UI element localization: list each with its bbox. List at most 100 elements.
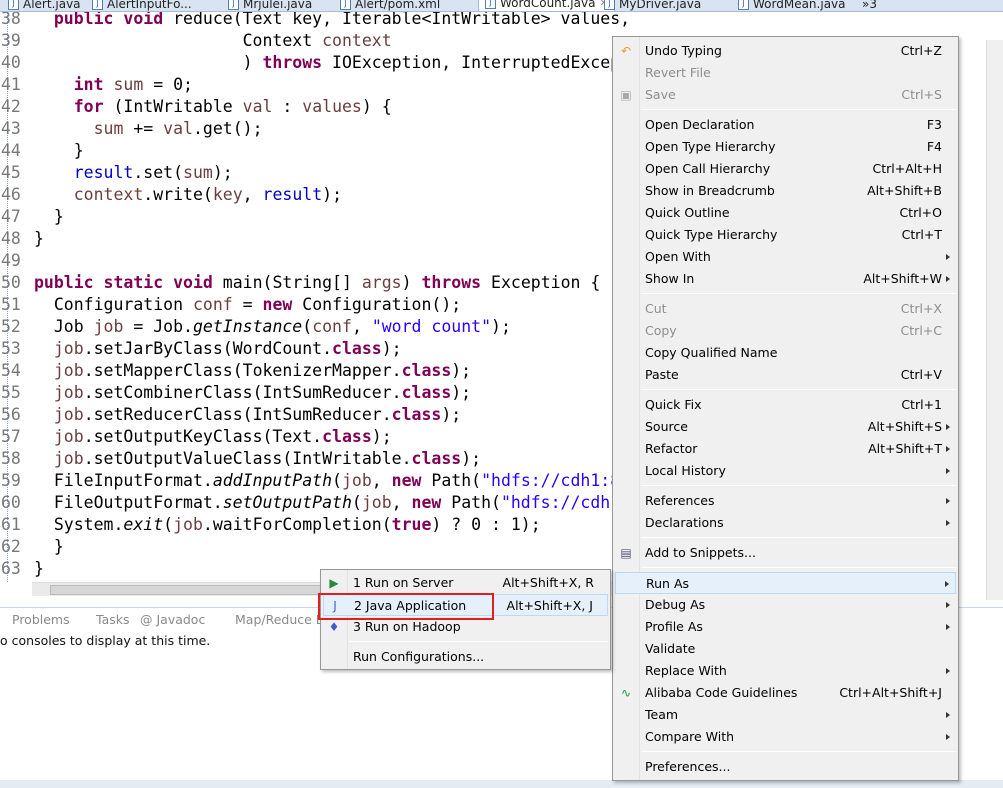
menu-item-shortcut: Ctrl+T <box>901 227 942 242</box>
menu-item-team[interactable]: Team <box>615 704 956 726</box>
menu-item-1-run-on-server[interactable]: ▶ 1 Run on Server Alt+Shift+X, R <box>323 572 608 594</box>
menu-item-refactor[interactable]: Refactor Alt+Shift+T <box>615 438 956 460</box>
code-text: job.setMapperClass(TokenizerMapper.class… <box>34 360 471 382</box>
code-token: .get(); <box>192 119 263 138</box>
menu-item-validate[interactable]: Validate <box>615 638 956 660</box>
code-text: context.write(key, result); <box>34 184 342 206</box>
menu-item-copy-qualified-name[interactable]: Copy Qualified Name <box>615 342 956 364</box>
line-number: 45 <box>1 163 21 182</box>
menu-item-label: Source <box>645 419 688 434</box>
code-token: val <box>163 119 193 138</box>
menu-item-preferences[interactable]: Preferences... <box>615 756 956 778</box>
code-token: class <box>401 383 452 402</box>
menu-separator <box>641 293 956 294</box>
menu-item-add-to-snippets[interactable]: ▤ Add to Snippets... <box>615 542 956 564</box>
menu-item-declarations[interactable]: Declarations <box>615 512 956 534</box>
menu-item-label: Copy <box>645 323 677 338</box>
code-token: ) ? 0 : 1); <box>431 515 541 534</box>
menu-item-open-declaration[interactable]: Open Declaration F3 <box>615 114 956 136</box>
menu-item-show-in-breadcrumb[interactable]: Show in Breadcrumb Alt+Shift+B <box>615 180 956 202</box>
menu-item-shortcut: F4 <box>926 139 942 154</box>
vertical-scrollbar[interactable] <box>986 40 1003 600</box>
view-tab-map-reduce-l[interactable]: Map/Reduce L <box>235 612 323 627</box>
view-tab-problems[interactable]: Problems <box>12 612 70 627</box>
code-token: ); <box>491 317 511 336</box>
code-text: } <box>34 140 84 162</box>
menu-item-alibaba-code-guidelines[interactable]: ∿ Alibaba Code Guidelines Ctrl+Alt+Shift+J <box>615 682 956 704</box>
menu-item-open-with[interactable]: Open With <box>615 246 956 268</box>
tab-alert-pom-xml[interactable]: J Alert/pom.xml <box>340 0 440 11</box>
code-token: job <box>341 471 372 490</box>
submenu-arrow-icon <box>946 276 950 282</box>
code-token: static <box>103 273 164 292</box>
tab-wordcount-java[interactable]: JWordCount.java✕ <box>478 0 615 11</box>
menu-item-shortcut: Ctrl+Z <box>900 43 942 58</box>
line-number: 58 <box>1 449 21 468</box>
code-token: Configuration(); <box>292 295 462 314</box>
code-token: = 0; <box>143 75 193 94</box>
code-token: job <box>53 383 84 402</box>
code-token: sum <box>113 75 144 94</box>
menu-separator <box>641 109 956 110</box>
tab-alert-java[interactable]: J Alert.java <box>8 0 81 11</box>
menu-item-compare-with[interactable]: Compare With <box>615 726 956 748</box>
menu-item-replace-with[interactable]: Replace With <box>615 660 956 682</box>
code-text: job.setJarByClass(WordCount.class); <box>34 338 402 360</box>
menu-item-shortcut: Ctrl+S <box>901 87 942 102</box>
menu-item-label: Open Type Hierarchy <box>645 139 776 154</box>
code-token: sum <box>93 119 124 138</box>
menu-item-quick-fix[interactable]: Quick Fix Ctrl+1 <box>615 394 956 416</box>
tab-wordmean-java[interactable]: J WordMean.java <box>738 0 846 11</box>
tab-label: WordMean.java <box>753 0 846 11</box>
menu-item-profile-as[interactable]: Profile As <box>615 616 956 638</box>
snippets-icon: ▤ <box>620 546 632 560</box>
menu-item-paste[interactable]: Paste Ctrl+V <box>615 364 956 386</box>
code-token: ( <box>163 515 174 534</box>
menu-item-source[interactable]: Source Alt+Shift+S <box>615 416 956 438</box>
code-token: += <box>123 119 164 138</box>
code-token: = <box>232 295 263 314</box>
menu-item-label: Paste <box>645 367 679 382</box>
code-token: addInputPath <box>212 471 333 490</box>
line-number: 61 <box>1 515 21 534</box>
java-file-icon: J <box>8 0 19 10</box>
editor-tab-bar: J Alert.java J AlertInputFo... J Mrjulei.java… <box>0 0 1003 12</box>
line-number: 62 <box>1 537 21 556</box>
tab-mydriver-java[interactable]: J MyDriver.java <box>604 0 701 11</box>
menu-item-quick-type-hierarchy[interactable]: Quick Type Hierarchy Ctrl+T <box>615 224 956 246</box>
menu-item-quick-outline[interactable]: Quick Outline Ctrl+O <box>615 202 956 224</box>
line-number: 53 <box>1 339 21 358</box>
code-token: new <box>411 493 442 512</box>
tab-alertinputfo[interactable]: J AlertInputFo... <box>92 0 192 11</box>
menu-item-references[interactable]: References <box>615 490 956 512</box>
menu-item-undo-typing[interactable]: ↶ Undo Typing Ctrl+Z <box>615 40 956 62</box>
code-token: job <box>53 339 84 358</box>
menu-item-debug-as[interactable]: Debug As <box>615 594 956 616</box>
alibaba-icon: ∿ <box>620 686 632 700</box>
menu-item-shortcut: Alt+Shift+W <box>863 271 942 286</box>
menu-item-open-type-hierarchy[interactable]: Open Type Hierarchy F4 <box>615 136 956 158</box>
line-number: 38 <box>1 12 21 28</box>
menu-item-run-configurations[interactable]: Run Configurations... <box>323 646 608 668</box>
code-token: for <box>73 97 104 116</box>
code-token: conf <box>192 295 233 314</box>
view-tab-javadoc[interactable]: @ Javadoc <box>140 612 205 627</box>
tab-3[interactable]: »3 <box>862 0 877 11</box>
menu-item-run-as[interactable]: Run As <box>615 572 956 594</box>
menu-separator <box>641 485 956 486</box>
menu-item-show-in[interactable]: Show In Alt+Shift+W <box>615 268 956 290</box>
code-token: class <box>401 361 452 380</box>
view-tab-tasks[interactable]: Tasks <box>96 612 130 627</box>
tab-mrjulei-java[interactable]: J Mrjulei.java <box>228 0 312 11</box>
menu-item-local-history[interactable]: Local History <box>615 460 956 482</box>
menu-item-label: Add to Snippets... <box>645 545 756 560</box>
menu-item-open-call-hierarchy[interactable]: Open Call Hierarchy Ctrl+Alt+H <box>615 158 956 180</box>
code-token: } <box>34 537 64 556</box>
code-token: void <box>123 12 164 28</box>
